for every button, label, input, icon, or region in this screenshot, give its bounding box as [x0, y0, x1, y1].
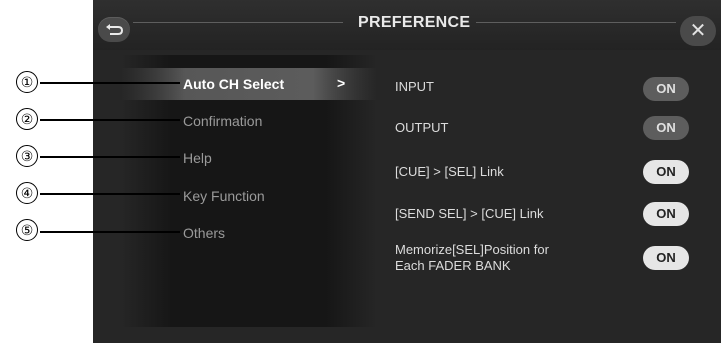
callout-number: ①: [16, 71, 38, 93]
header-bar: PREFERENCE ✕: [93, 0, 721, 50]
setting-label-line2: Each FADER BANK: [395, 258, 511, 273]
back-button[interactable]: [98, 17, 130, 42]
sidebar-item-label: Key Function: [183, 188, 265, 204]
callout-number: ⑤: [16, 219, 38, 241]
callout-line: [40, 156, 180, 158]
header-divider-left: [133, 22, 343, 23]
close-button[interactable]: ✕: [680, 16, 716, 46]
memorize-sel-position-toggle[interactable]: ON: [643, 246, 689, 270]
callout-line: [40, 231, 180, 233]
chevron-right-icon: >: [337, 75, 346, 91]
setting-label: [SEND SEL] > [CUE] Link: [395, 206, 544, 221]
callout-number: ④: [16, 182, 38, 204]
setting-label: [CUE] > [SEL] Link: [395, 164, 504, 179]
preference-panel: PREFERENCE ✕ Auto CH Select > Confirmati…: [93, 0, 721, 343]
callout-line: [40, 119, 180, 121]
output-toggle[interactable]: ON: [643, 116, 689, 140]
input-toggle[interactable]: ON: [643, 77, 689, 101]
sidebar-item-label: Help: [183, 150, 212, 166]
sidebar-item-auto-ch-select[interactable]: Auto CH Select >: [121, 68, 377, 100]
sidebar: Auto CH Select > Confirmation Help Key F…: [121, 55, 377, 327]
sidebar-item-key-function[interactable]: Key Function: [121, 180, 377, 212]
setting-label: OUTPUT: [395, 120, 449, 135]
sidebar-item-label: Confirmation: [183, 113, 263, 129]
back-arrow-icon: [106, 24, 124, 35]
callout-number: ③: [16, 145, 38, 167]
sidebar-item-others[interactable]: Others: [121, 217, 377, 249]
sidebar-item-confirmation[interactable]: Confirmation: [121, 105, 377, 137]
sidebar-item-label: Auto CH Select: [183, 76, 285, 92]
send-sel-cue-link-toggle[interactable]: ON: [643, 202, 689, 226]
header-divider-right: [476, 22, 676, 23]
close-icon: ✕: [689, 20, 707, 42]
page-title: PREFERENCE: [358, 14, 471, 31]
cue-sel-link-toggle[interactable]: ON: [643, 160, 689, 184]
sidebar-item-help[interactable]: Help: [121, 142, 377, 174]
setting-label-line1: Memorize[SEL]Position for: [395, 242, 549, 257]
callout-line: [40, 82, 180, 84]
setting-label: Memorize[SEL]Position for Each FADER BAN…: [395, 242, 549, 274]
callout-line: [40, 193, 180, 195]
callout-number: ②: [16, 108, 38, 130]
setting-label: INPUT: [395, 79, 434, 94]
sidebar-item-label: Others: [183, 225, 226, 241]
